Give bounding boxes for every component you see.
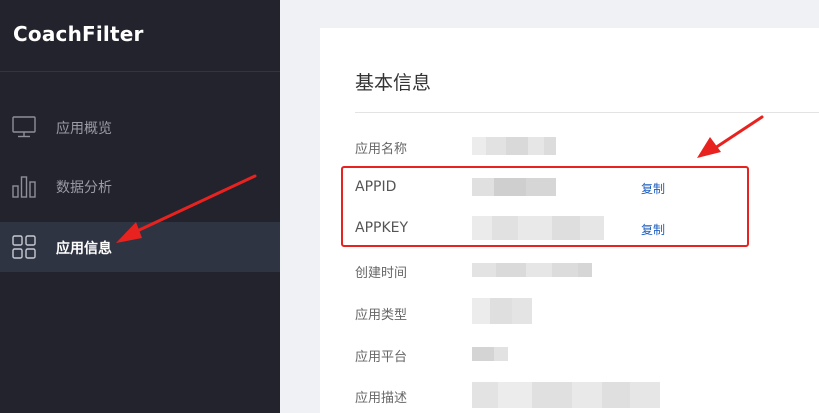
field-row-platform: 应用平台	[355, 343, 815, 367]
field-label: 应用描述	[355, 391, 408, 406]
field-row-app-type: 应用类型	[355, 298, 815, 325]
sidebar: CoachFilter 应用概览 数据分析 应用信息	[0, 0, 280, 413]
blurred-value	[472, 298, 532, 324]
sidebar-item-label: 应用概览	[56, 121, 112, 137]
monitor-icon	[12, 115, 36, 139]
blurred-value	[472, 137, 556, 155]
sidebar-item-label: 数据分析	[56, 180, 112, 196]
field-label: 创建时间	[355, 266, 408, 281]
section-title: 基本信息	[355, 72, 432, 94]
field-row-description: 应用描述	[355, 382, 815, 408]
grid-icon	[12, 235, 36, 259]
sidebar-item-overview[interactable]: 应用概览	[0, 102, 280, 152]
sidebar-item-analytics[interactable]: 数据分析	[0, 161, 280, 211]
sidebar-item-app-info[interactable]: 应用信息	[0, 222, 280, 272]
field-label: 应用平台	[355, 350, 408, 365]
blurred-value	[472, 263, 592, 277]
title-divider	[355, 112, 819, 113]
app-title: CoachFilter	[13, 22, 144, 46]
sidebar-divider	[0, 71, 280, 72]
field-label: 应用名称	[355, 142, 408, 157]
bar-chart-icon	[12, 174, 36, 198]
field-label: 应用类型	[355, 308, 408, 323]
field-row-app-name: 应用名称	[355, 135, 815, 159]
sidebar-item-label: 应用信息	[56, 241, 112, 257]
blurred-value	[472, 347, 508, 361]
highlight-box	[341, 166, 749, 247]
blurred-value	[472, 382, 660, 408]
field-row-created-time: 创建时间	[355, 259, 815, 283]
